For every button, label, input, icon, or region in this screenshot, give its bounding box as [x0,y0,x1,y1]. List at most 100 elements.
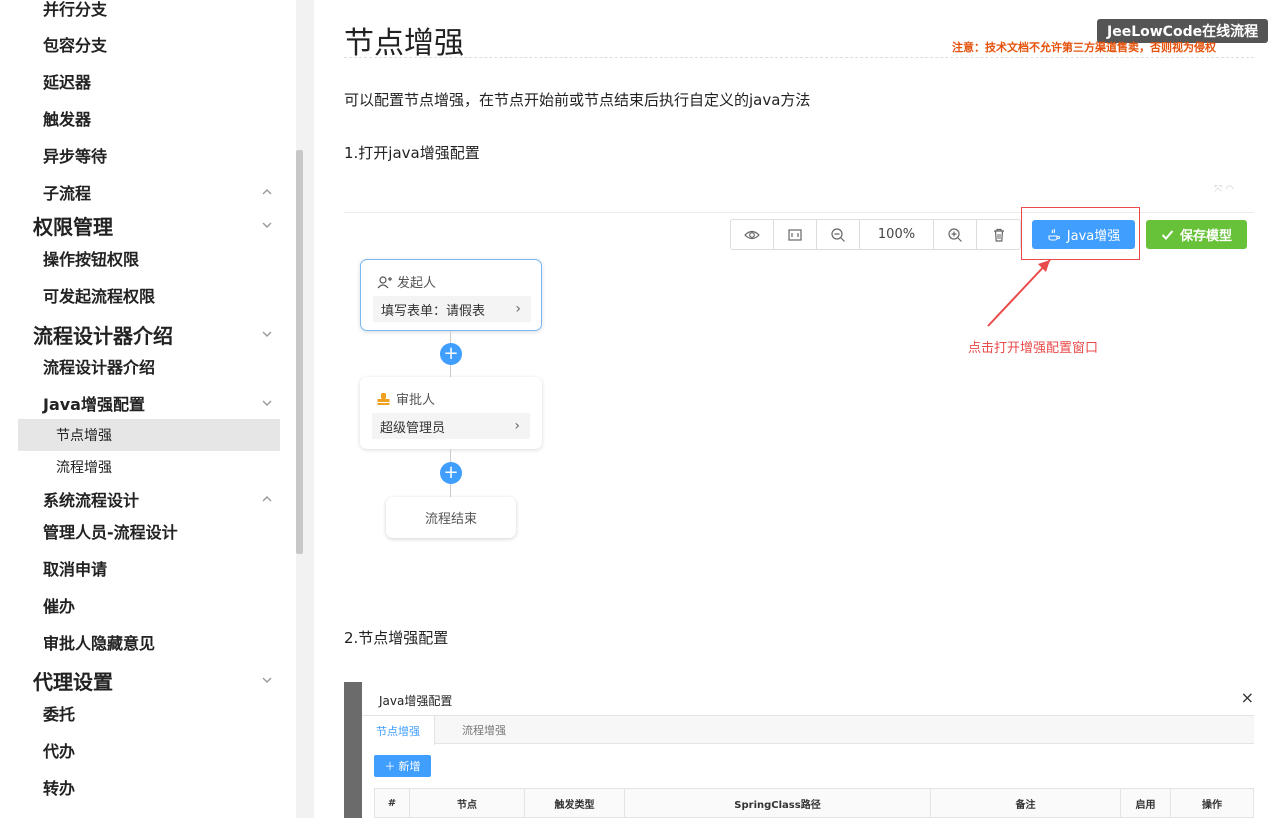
delete-button[interactable] [977,220,1020,249]
sidebar-item-button-permissions[interactable]: 操作按钮权限 [0,242,280,274]
zoom-out-button[interactable] [817,220,860,249]
sidebar-item-flow-enhance[interactable]: 流程增强 [18,451,280,483]
sidebar-item-label: 系统流程设计 [43,491,140,510]
sidebar-scrollbar[interactable] [296,150,303,554]
column-header: SpringClass路径 [625,789,931,817]
enhance-table-header: # 节点 触发类型 SpringClass路径 备注 启用 操作 [374,788,1254,818]
fit-view-button[interactable] [774,220,817,249]
sidebar-item-label: 流程增强 [56,460,112,476]
java-enhance-label: Java增强 [1066,229,1121,244]
page-title: 节点增强 [344,26,464,61]
sidebar-item-hide-opinion[interactable]: 审批人隐藏意见 [0,626,280,658]
save-model-label: 保存模型 [1179,229,1232,244]
sidebar-item-label: 可发起流程权限 [43,287,156,306]
sidebar-item-cancel[interactable]: 取消申请 [0,552,280,584]
preview-button[interactable] [731,220,774,249]
sidebar-item-label: 操作按钮权限 [43,250,140,269]
sidebar-item-proxy[interactable]: 代办 [0,734,280,766]
sidebar-item-urge[interactable]: 催办 [0,589,280,621]
java-cup-icon [1048,228,1060,241]
approver-field[interactable]: 超级管理员 › [372,413,530,439]
column-header: 操作 [1202,799,1222,811]
sidebar-item-entrust[interactable]: 委托 [0,697,280,729]
close-icon[interactable]: × [1241,688,1254,707]
sidebar-item-admin-flow[interactable]: 管理人员-流程设计 [0,515,280,547]
add-node-button[interactable]: + [440,462,462,484]
end-node[interactable]: 流程结束 [386,497,516,538]
chevron-down-icon[interactable] [260,396,274,410]
chevron-down-icon[interactable] [260,673,274,687]
column-header: 节点 [410,789,525,817]
designer-toolbar: 100% [730,219,1021,250]
java-enhance-button[interactable]: Java增强 [1032,220,1135,249]
column-header: 备注 [931,789,1121,817]
sidebar-item-transfer[interactable]: 转办 [0,771,280,803]
sidebar-item-label: 子流程 [43,184,92,203]
chevron-down-icon[interactable] [260,218,274,232]
sidebar-item-label: 包容分支 [43,36,108,55]
sidebar-item-label: 触发器 [43,110,92,129]
designer-screenshot: ⤧ ◠ 100% Java增强 保存模型 点击打开增强配置窗口 发起人 填写表单… [344,180,1254,560]
sidebar-item-subprocess[interactable]: 子流程 [0,176,280,208]
initiator-node[interactable]: 发起人 填写表单：请假表 › [360,259,542,331]
initiator-title: 发起人 [397,276,437,291]
sidebar-group-agent[interactable]: 代理设置 [0,663,280,697]
sidebar-item-label: 转办 [43,779,76,798]
chevron-up-icon[interactable] [260,185,274,199]
sidebar-item-java-enhance[interactable]: Java增强配置 [0,387,280,419]
sidebar-item-delayer[interactable]: 延迟器 [0,65,280,97]
tab-flow-enhance[interactable]: 流程增强 [448,716,520,744]
sidebar-item-inclusive-branch[interactable]: 包容分支 [0,28,280,60]
sidebar-item-label: 节点增强 [56,428,112,444]
initiator-form-value: 填写表单：请假表 [381,303,486,319]
chevron-right-icon: › [514,418,520,434]
sidebar-item-label: 异步等待 [43,147,108,166]
sidebar-group-permissions[interactable]: 权限管理 [0,208,280,242]
plus-icon: ＋ [384,760,396,773]
step1-heading: 1.打开java增强配置 [344,144,480,162]
sidebar-nav: 并行分支 包容分支 延迟器 触发器 异步等待 子流程 权限管理 操作按钮权限 可… [0,0,296,818]
add-button-label: 新增 [398,760,421,773]
sidebar-item-label: 管理人员-流程设计 [43,523,178,542]
sidebar-group-label: 流程设计器介绍 [33,323,173,348]
sidebar-item-parallel-branch[interactable]: 并行分支 [0,0,280,24]
zoom-level: 100% [860,220,934,249]
column-header: 启用 [1121,789,1171,817]
sidebar-item-label: 延迟器 [43,73,92,92]
sidebar-item-label: 审批人隐藏意见 [43,634,156,653]
sidebar-item-system-flow[interactable]: 系统流程设计 [0,483,280,515]
add-node-button[interactable]: + [440,343,462,365]
sidebar-group-label: 代理设置 [33,669,113,694]
tab-node-enhance[interactable]: 节点增强 [362,716,435,745]
title-divider [344,57,1254,58]
copyright-notice: 注意：技术文档不允许第三方渠道售卖，否则视为侵权 [952,41,1216,54]
doc-content: 节点增强 JeeLowCode在线流程 注意：技术文档不允许第三方渠道售卖，否则… [314,0,1284,818]
check-icon [1161,230,1174,240]
config-dialog-screenshot: Java增强配置 × 节点增强 流程增强 ＋ 新增 # 节点 触发类型 Spri… [344,682,1254,818]
dialog-mask [344,682,362,818]
add-button[interactable]: ＋ 新增 [374,755,431,777]
column-header: 触发类型 [525,789,625,817]
initiator-form-field[interactable]: 填写表单：请假表 › [373,296,531,322]
sidebar-item-label: 代办 [43,742,76,761]
zoom-in-button[interactable] [934,220,977,249]
annotation-arrow-icon [987,259,1051,327]
eye-icon [744,230,760,239]
sidebar-item-start-permissions[interactable]: 可发起流程权限 [0,279,280,311]
user-add-icon [377,275,392,288]
sidebar-item-label: 委托 [43,705,76,724]
sidebar-item-node-enhance[interactable]: 节点增强 [18,419,280,451]
column-header: # [375,789,410,817]
sidebar-group-designer[interactable]: 流程设计器介绍 [0,317,280,351]
chevron-up-icon[interactable] [260,492,274,506]
approver-node[interactable]: 审批人 超级管理员 › [360,377,542,449]
zoom-out-icon [831,227,845,242]
approver-value: 超级管理员 [380,420,446,436]
sidebar-item-trigger[interactable]: 触发器 [0,102,280,134]
save-model-button[interactable]: 保存模型 [1146,220,1247,249]
sidebar-item-designer-intro[interactable]: 流程设计器介绍 [0,350,280,382]
sidebar-group-label: 权限管理 [33,214,113,239]
window-controls-icon: ⤧ ◠ [1214,184,1234,195]
chevron-down-icon[interactable] [260,327,274,341]
sidebar-item-async-wait[interactable]: 异步等待 [0,139,280,171]
